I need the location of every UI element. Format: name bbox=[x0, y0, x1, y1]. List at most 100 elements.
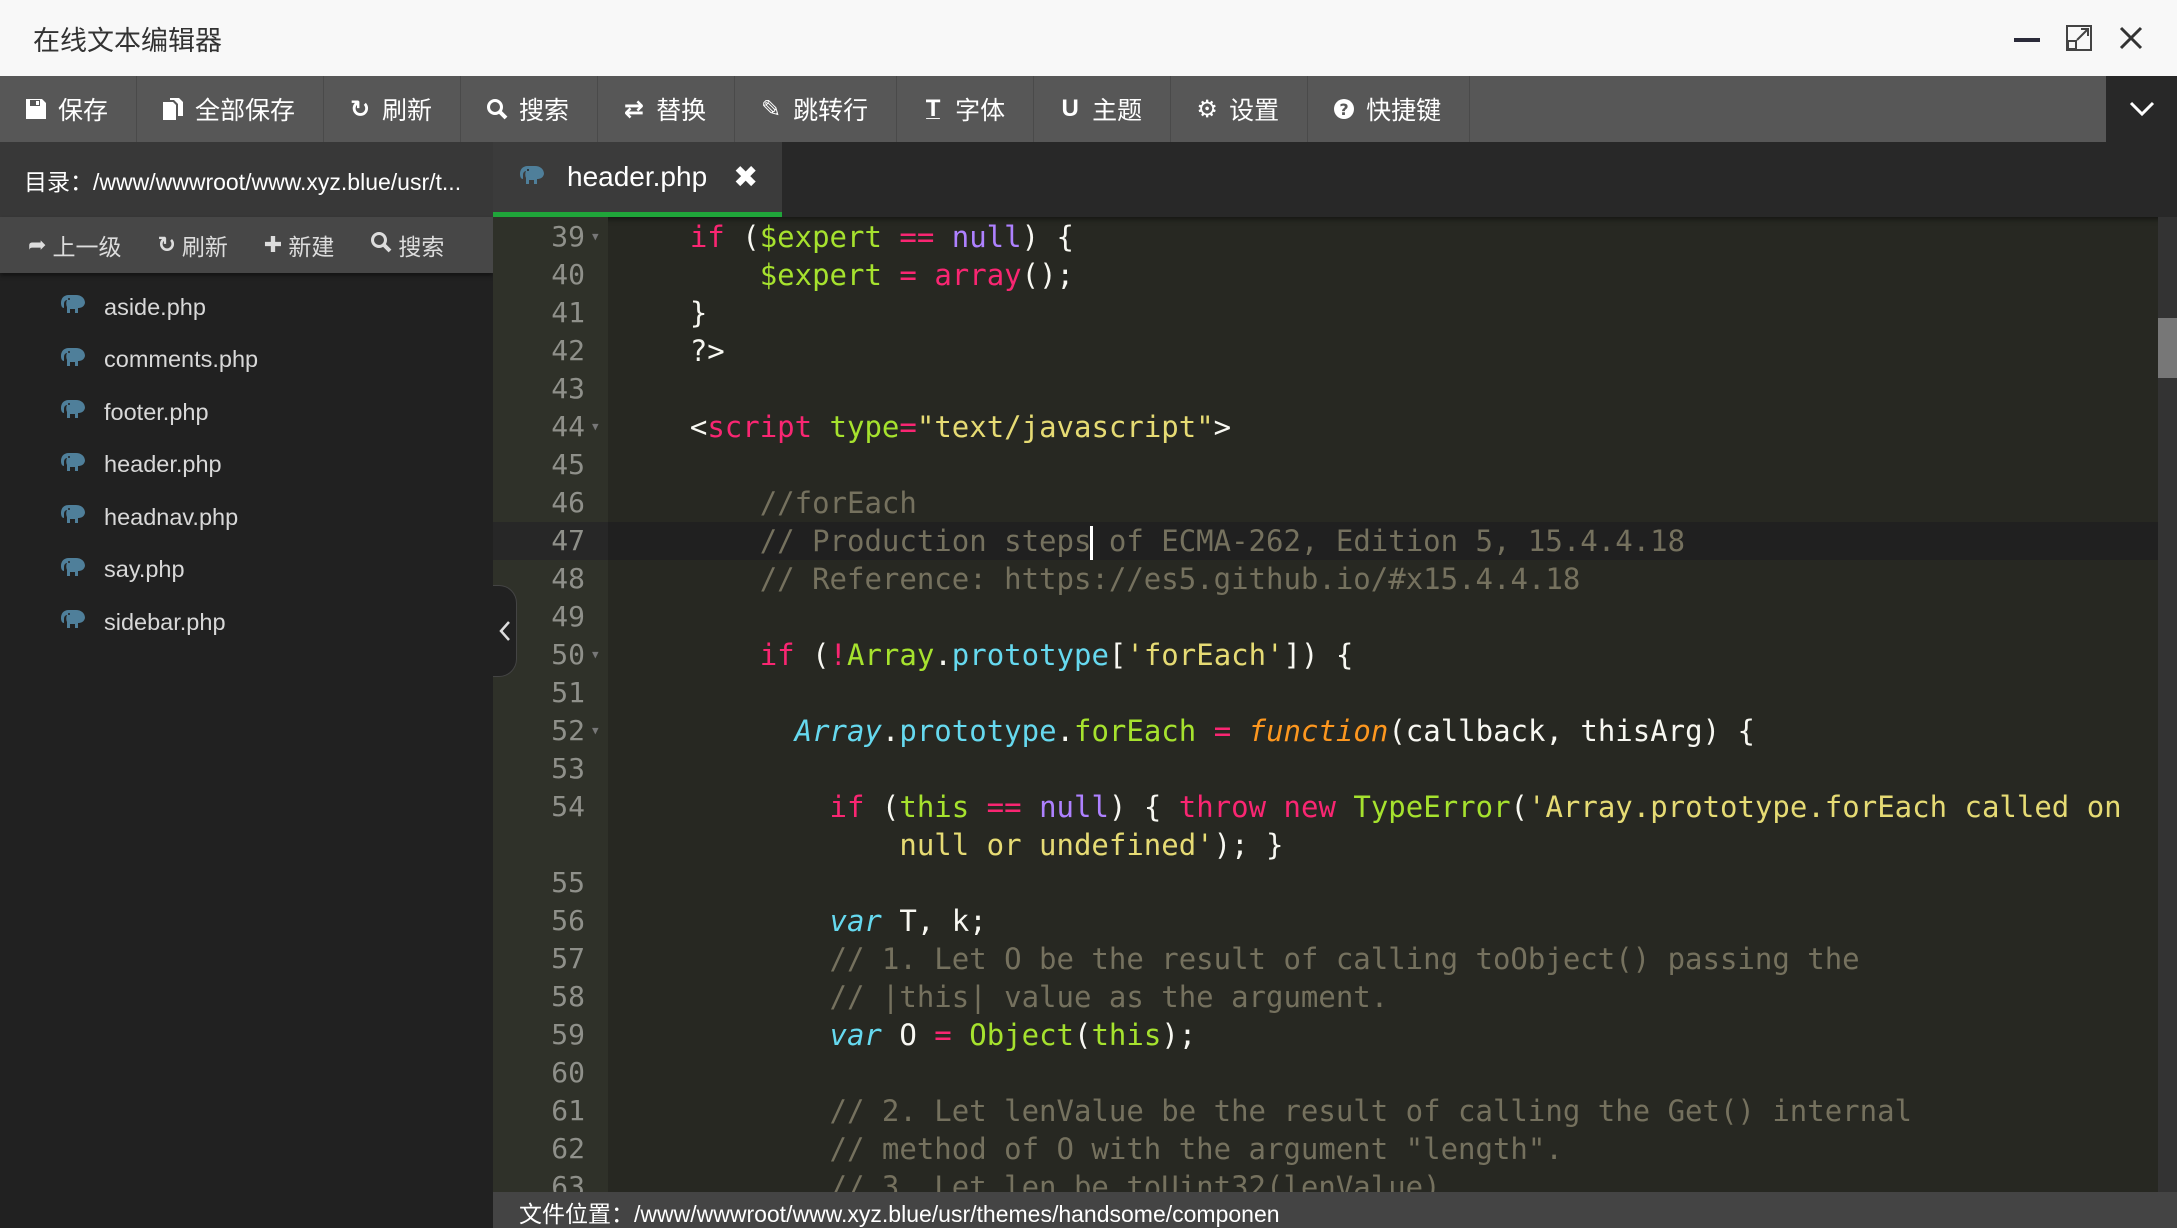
vertical-scrollbar[interactable] bbox=[2158, 217, 2177, 1192]
code-line[interactable]: 43 bbox=[493, 370, 2158, 408]
goto-line-label: 跳转行 bbox=[793, 97, 869, 125]
code-line[interactable]: 61 // 2. Let lenValue be the result of c… bbox=[493, 1092, 2158, 1130]
window-title: 在线文本编辑器 bbox=[33, 25, 222, 56]
refresh-button[interactable]: ↻ 刷新 bbox=[324, 76, 462, 142]
code-line[interactable]: 54 if (this == null) { throw new TypeErr… bbox=[493, 788, 2158, 826]
code-line[interactable]: 60 bbox=[493, 1054, 2158, 1092]
goto-line-button[interactable]: ✎ 跳转行 bbox=[735, 76, 898, 142]
sidebar-refresh-button[interactable]: ↻ 刷新 bbox=[157, 228, 227, 262]
line-number: 61 bbox=[551, 1094, 585, 1127]
fold-arrow-icon[interactable]: ▼ bbox=[592, 712, 599, 750]
code-text: var O = Object(this); bbox=[620, 1016, 1197, 1054]
line-number: 40 bbox=[551, 258, 585, 291]
save-icon bbox=[24, 98, 48, 120]
code-line[interactable]: 53 bbox=[493, 750, 2158, 788]
code-token: null bbox=[1039, 790, 1109, 824]
code-line[interactable]: 59 var O = Object(this); bbox=[493, 1016, 2158, 1054]
code-line[interactable]: 57 // 1. Let O be the result of calling … bbox=[493, 940, 2158, 978]
file-item[interactable]: aside.php bbox=[0, 281, 493, 334]
code-token: // Production steps bbox=[759, 524, 1092, 558]
tab-header-php[interactable]: header.php ✖ bbox=[493, 142, 782, 217]
code-editor[interactable]: 39 ▼ if ($expert == null) {40 $expert = a… bbox=[493, 217, 2177, 1192]
code-line[interactable]: 40 $expert = array(); bbox=[493, 256, 2158, 294]
code-text: if (this == null) { throw new TypeError(… bbox=[620, 788, 2122, 826]
code-line[interactable]: 44 ▼ <script type="text/javascript"> bbox=[493, 408, 2158, 446]
code-line[interactable]: 42 ?> bbox=[493, 332, 2158, 370]
code-token: Object bbox=[969, 1018, 1074, 1052]
font-label: 字体 bbox=[955, 97, 1006, 125]
search-label: 搜索 bbox=[519, 97, 570, 125]
theme-button[interactable]: U 主题 bbox=[1034, 76, 1172, 142]
fold-arrow-icon[interactable]: ▼ bbox=[592, 218, 599, 256]
code-line[interactable]: 49 bbox=[493, 598, 2158, 636]
file-item[interactable]: header.php bbox=[0, 439, 493, 492]
code-line[interactable]: 63 // 3. Let len be toUint32(lenValue). bbox=[493, 1168, 2158, 1192]
minimize-button[interactable] bbox=[2011, 22, 2043, 54]
collapse-sidebar-button[interactable] bbox=[493, 585, 517, 677]
php-elephant-icon bbox=[60, 293, 86, 321]
shortcuts-button[interactable]: ? 快捷键 bbox=[1308, 76, 1471, 142]
code-line[interactable]: 52 ▼ Array.prototype.forEach = function(c… bbox=[493, 712, 2158, 750]
replace-button[interactable]: ⇄ 替换 bbox=[598, 76, 736, 142]
file-name: header.php bbox=[104, 451, 222, 478]
settings-button[interactable]: ⚙ 设置 bbox=[1171, 76, 1309, 142]
refresh-icon: ↻ bbox=[157, 232, 176, 257]
php-elephant-icon bbox=[60, 451, 86, 479]
file-item[interactable]: headnav.php bbox=[0, 491, 493, 544]
code-line[interactable]: 45 bbox=[493, 446, 2158, 484]
sidebar-search-button[interactable]: 搜索 bbox=[370, 228, 444, 262]
code-line[interactable]: 41 } bbox=[493, 294, 2158, 332]
code-line[interactable]: 46 //forEach bbox=[493, 484, 2158, 522]
code-text: <script type="text/javascript"> bbox=[620, 408, 1231, 446]
sidebar-new-label: 新建 bbox=[288, 234, 335, 260]
code-line[interactable]: 47 // Production steps of ECMA-262, Edit… bbox=[493, 522, 2158, 560]
code-token: . bbox=[881, 714, 900, 748]
file-item[interactable]: comments.php bbox=[0, 334, 493, 387]
file-item[interactable]: say.php bbox=[0, 544, 493, 597]
code-line[interactable]: 50 ▼ if (!Array.prototype['forEach']) { bbox=[493, 636, 2158, 674]
sidebar-up-button[interactable]: ➦ 上一级 bbox=[28, 228, 121, 262]
code-token: = bbox=[899, 258, 917, 292]
sidebar-new-button[interactable]: ✚ 新建 bbox=[264, 228, 334, 262]
code-line-wrap[interactable]: null or undefined'); } bbox=[493, 826, 2158, 864]
file-item[interactable]: sidebar.php bbox=[0, 596, 493, 649]
code-token: ); } bbox=[1213, 828, 1284, 862]
scrollbar-thumb[interactable] bbox=[2158, 318, 2177, 378]
line-number: 47 bbox=[493, 522, 608, 560]
search-button[interactable]: 搜索 bbox=[461, 76, 599, 142]
save-label: 保存 bbox=[58, 97, 109, 125]
code-line[interactable]: 58 // |this| value as the argument. bbox=[493, 978, 2158, 1016]
more-toolbar-button[interactable] bbox=[2106, 76, 2177, 142]
code-line[interactable]: 55 bbox=[493, 864, 2158, 902]
code-text: // |this| value as the argument. bbox=[620, 978, 1389, 1016]
code-text: var T, k; bbox=[620, 902, 987, 940]
code-token: O bbox=[881, 1018, 935, 1052]
font-button[interactable]: T̲ 字体 bbox=[897, 76, 1035, 142]
file-item[interactable]: footer.php bbox=[0, 386, 493, 439]
fold-arrow-icon[interactable]: ▼ bbox=[592, 636, 599, 674]
close-tab-icon[interactable]: ✖ bbox=[733, 160, 758, 195]
minimize-icon bbox=[2014, 38, 2040, 42]
code-line[interactable]: 62 // method of O with the argument "len… bbox=[493, 1130, 2158, 1168]
question-icon: ? bbox=[1332, 98, 1356, 120]
code-line[interactable]: 51 bbox=[493, 674, 2158, 712]
code-line[interactable]: 56 var T, k; bbox=[493, 902, 2158, 940]
fold-arrow-icon[interactable]: ▼ bbox=[592, 408, 599, 446]
save-button[interactable]: 保存 bbox=[0, 76, 138, 142]
code-token: if bbox=[689, 220, 725, 254]
close-button[interactable] bbox=[2115, 22, 2147, 54]
php-elephant-icon bbox=[60, 398, 86, 426]
file-name: sidebar.php bbox=[104, 608, 226, 635]
save-all-button[interactable]: 全部保存 bbox=[137, 76, 325, 142]
code-line[interactable]: 48 // Reference: https://es5.github.io/#… bbox=[493, 560, 2158, 598]
status-bar: 文件位置：/www/wwwroot/www.xyz.blue/usr/theme… bbox=[493, 1192, 2177, 1228]
maximize-button[interactable] bbox=[2063, 22, 2095, 54]
code-line[interactable]: 39 ▼ if ($expert == null) { bbox=[493, 218, 2158, 256]
